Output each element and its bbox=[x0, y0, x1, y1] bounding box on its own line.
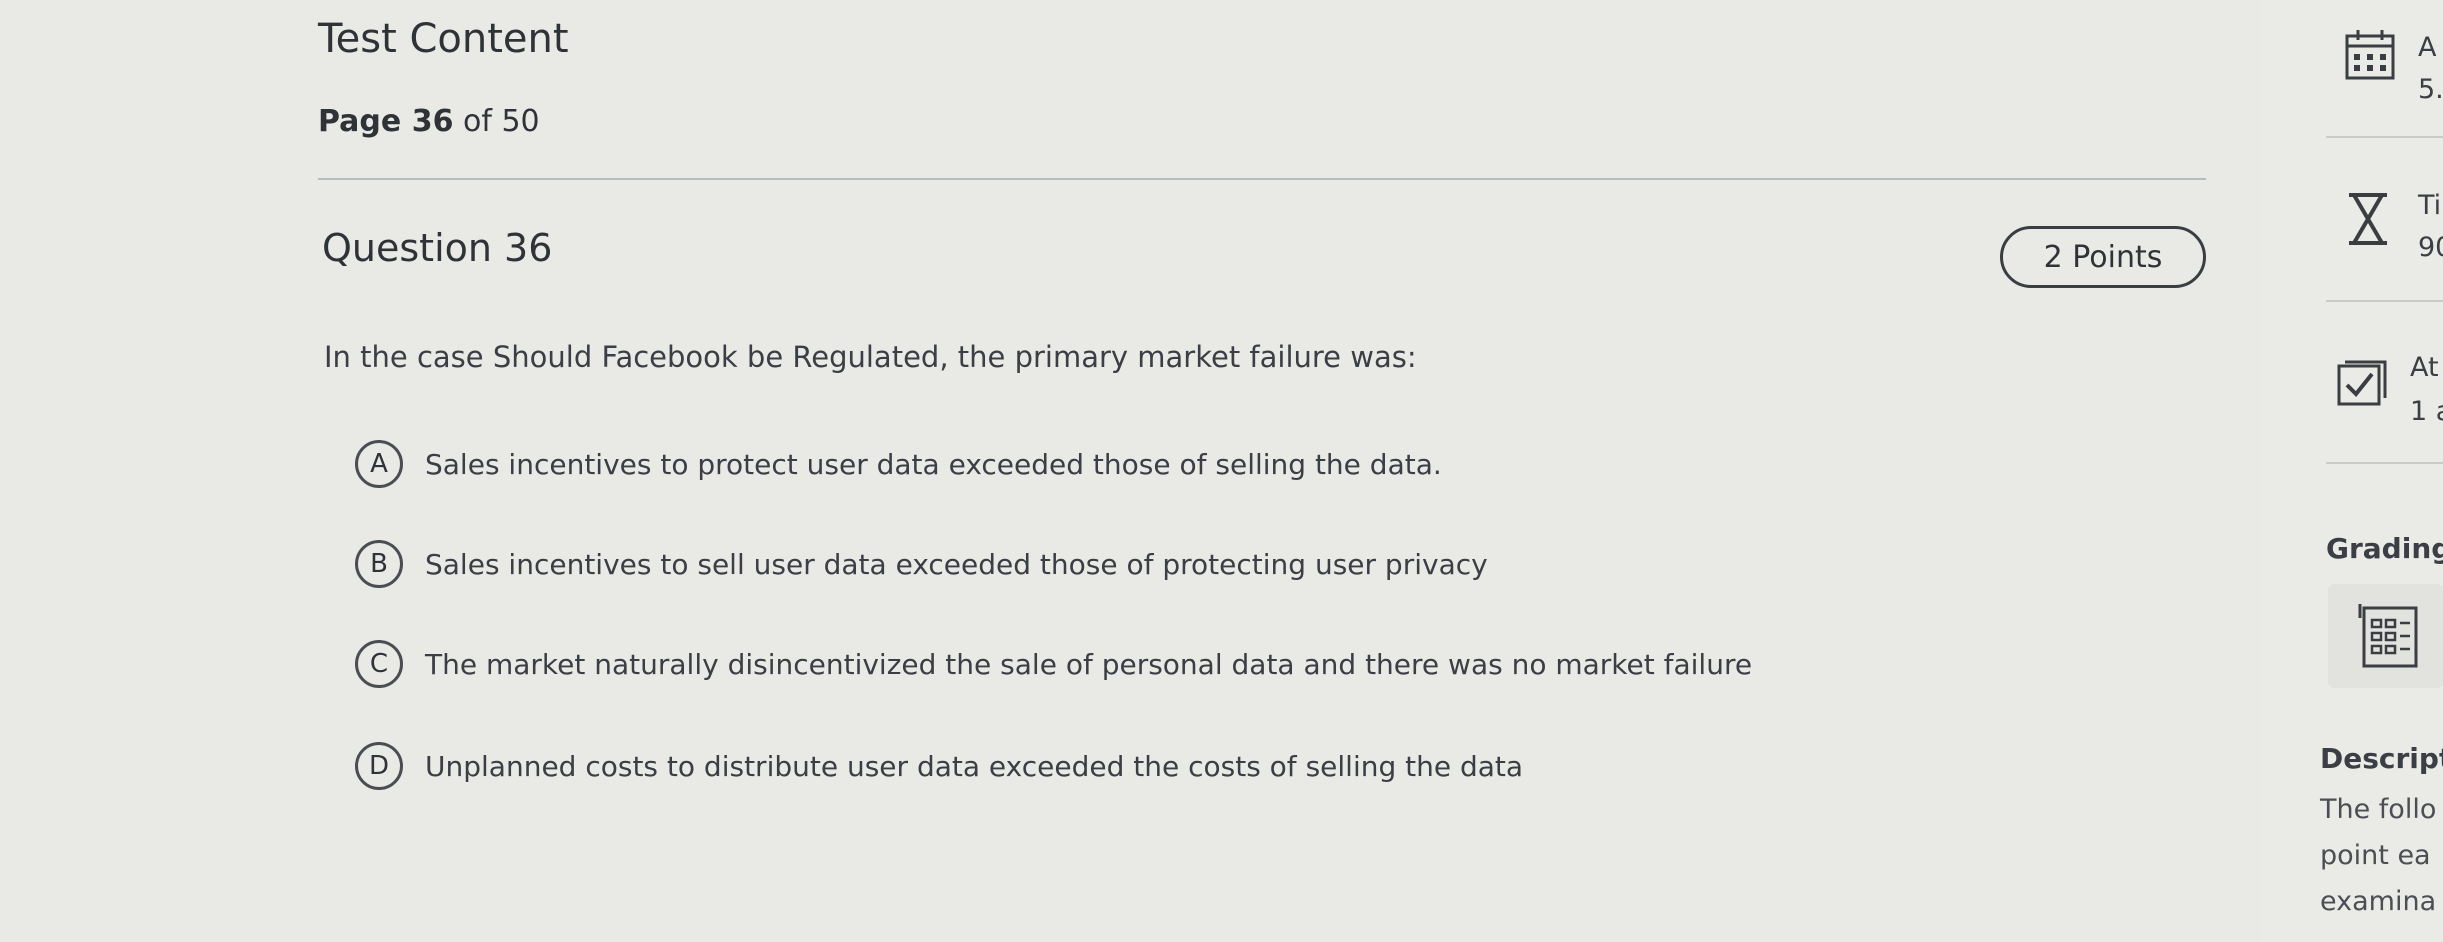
test-content-area: Test Content Page 36 of 50 Question 36 2… bbox=[0, 0, 2260, 942]
question-title: Question 36 bbox=[322, 226, 553, 270]
side-divider bbox=[2326, 136, 2443, 138]
answer-option-a[interactable]: A Sales incentives to protect user data … bbox=[355, 440, 1442, 488]
grading-rubric-icon bbox=[2358, 604, 2418, 668]
description-line: point ea bbox=[2320, 840, 2431, 871]
answer-option-c[interactable]: C The market naturally disincentivized t… bbox=[355, 640, 1752, 688]
description-heading: Descript bbox=[2320, 742, 2443, 775]
header-divider bbox=[318, 178, 2206, 180]
option-letter-b[interactable]: B bbox=[355, 540, 403, 588]
option-letter-c[interactable]: C bbox=[355, 640, 403, 688]
checkbox-icon bbox=[2337, 360, 2387, 406]
hourglass-icon bbox=[2349, 193, 2387, 245]
option-text-b: Sales incentives to sell user data excee… bbox=[425, 547, 1488, 581]
option-letter-d[interactable]: D bbox=[355, 742, 403, 790]
question-prompt: In the case Should Facebook be Regulated… bbox=[324, 340, 1417, 374]
due-value: 5. bbox=[2418, 74, 2443, 105]
option-text-a: Sales incentives to protect user data ex… bbox=[425, 447, 1442, 481]
attempts-value: 1 a bbox=[2410, 396, 2443, 427]
test-title: Test Content bbox=[318, 16, 569, 62]
due-label: A bbox=[2418, 32, 2437, 63]
option-text-c: The market naturally disincentivized the… bbox=[425, 647, 1753, 681]
description-line: examina bbox=[2320, 886, 2437, 917]
option-letter-a[interactable]: A bbox=[355, 440, 403, 488]
answer-option-d[interactable]: D Unplanned costs to distribute user dat… bbox=[355, 742, 1523, 790]
side-divider bbox=[2326, 462, 2443, 464]
page-total: of 50 bbox=[453, 104, 540, 139]
answer-option-b[interactable]: B Sales incentives to sell user data exc… bbox=[355, 540, 1488, 588]
calendar-icon bbox=[2345, 30, 2395, 80]
time-value: 90 bbox=[2418, 232, 2443, 263]
grading-heading: Grading bbox=[2326, 532, 2443, 565]
points-badge: 2 Points bbox=[2000, 226, 2206, 288]
time-label: Ti bbox=[2418, 190, 2442, 221]
page-indicator: Page 36 of 50 bbox=[318, 104, 540, 139]
option-text-d: Unplanned costs to distribute user data … bbox=[425, 749, 1524, 783]
side-divider bbox=[2326, 300, 2443, 302]
description-line: The follo bbox=[2320, 794, 2437, 825]
attempts-label: At bbox=[2410, 352, 2439, 383]
page-current: Page 36 bbox=[318, 104, 454, 139]
